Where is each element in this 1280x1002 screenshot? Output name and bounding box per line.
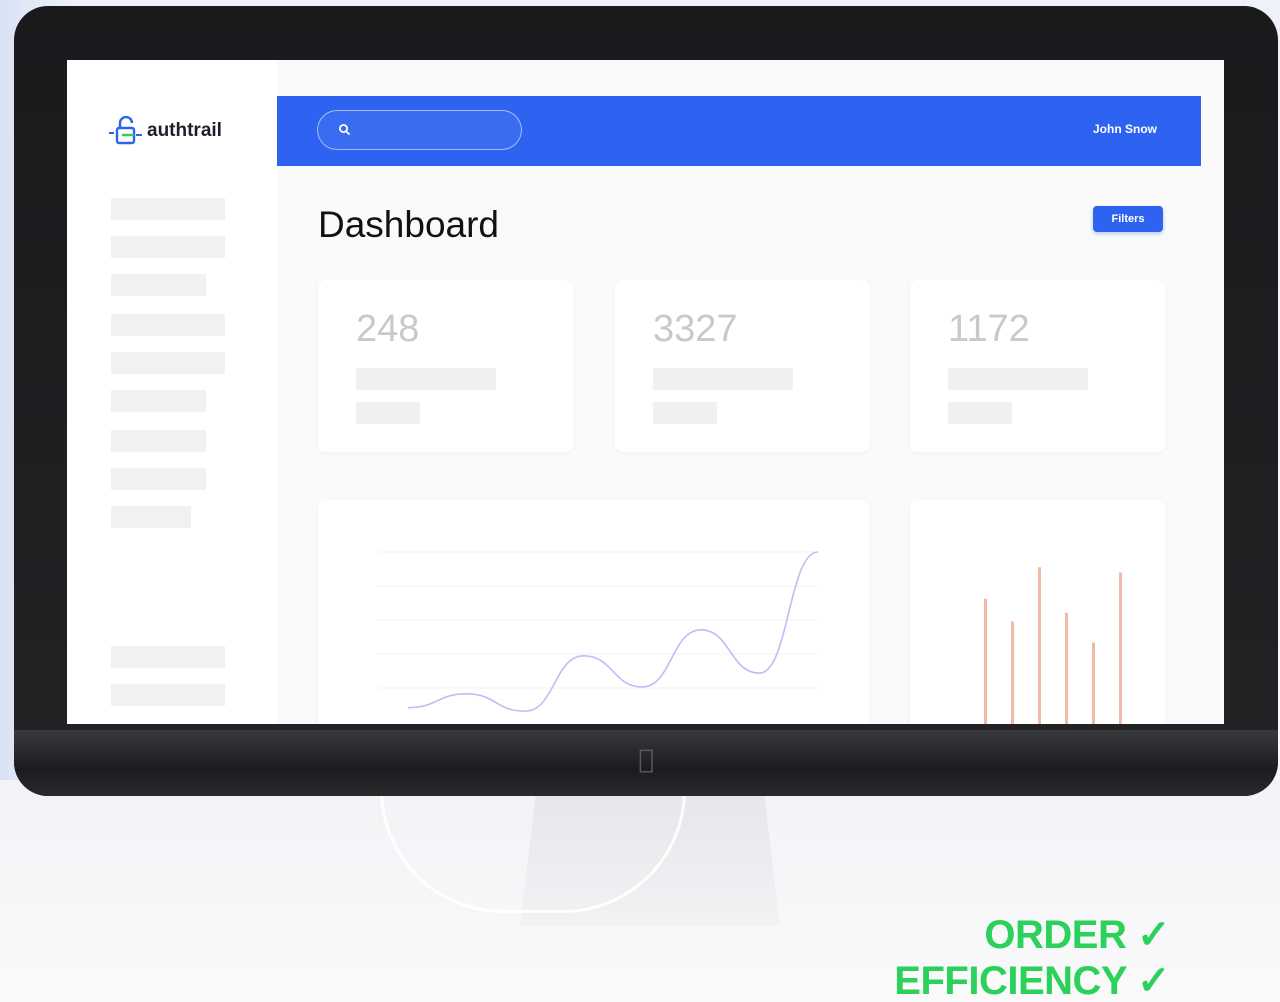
filters-button[interactable]: Filters (1093, 206, 1163, 232)
sidebar-item[interactable] (111, 314, 225, 336)
sidebar-item[interactable] (111, 506, 191, 528)
sidebar-item[interactable] (111, 430, 206, 452)
stat-placeholder-bar (948, 368, 1088, 390)
line-chart (378, 551, 819, 712)
user-name[interactable]: John Snow (1093, 122, 1157, 136)
stat-value: 1172 (948, 308, 1030, 350)
search-input[interactable] (360, 122, 514, 138)
search-box[interactable] (317, 110, 522, 150)
stat-card[interactable]: 1172 (910, 280, 1165, 452)
app-screen: authtrail John Snow Dashboard Filters 24… (67, 60, 1224, 724)
lock-icon (109, 116, 142, 145)
stat-placeholder-bar (653, 402, 717, 424)
bar-chart (984, 567, 1122, 724)
bar-chart-card[interactable] (910, 500, 1165, 724)
sidebar: authtrail (67, 60, 277, 724)
brand-logo[interactable]: authtrail (109, 116, 222, 146)
bar-chart-bar (1065, 612, 1068, 724)
line-chart-series (407, 551, 819, 712)
stat-placeholder-bar (948, 402, 1012, 424)
sidebar-item[interactable] (111, 390, 206, 412)
brand-name: authtrail (147, 120, 222, 141)
tagline-efficiency: EFFICIENCY ✓ (894, 959, 1170, 1002)
sidebar-item[interactable] (111, 468, 206, 490)
sidebar-item[interactable] (111, 352, 225, 374)
stat-placeholder-bar (356, 368, 496, 390)
sidebar-item[interactable] (111, 684, 225, 706)
sidebar-item[interactable] (111, 274, 206, 296)
apple-logo-icon:  (633, 745, 659, 775)
sidebar-item[interactable] (111, 198, 225, 220)
sidebar-item[interactable] (111, 236, 225, 258)
bar-chart-bar (1119, 572, 1122, 724)
stat-card[interactable]: 3327 (615, 280, 870, 452)
stat-placeholder-bar (356, 402, 420, 424)
search-icon (339, 124, 351, 136)
stat-placeholder-bar (653, 368, 793, 390)
top-bar: John Snow (277, 96, 1201, 166)
bar-chart-bar (1092, 642, 1095, 724)
line-chart-card[interactable] (318, 500, 869, 724)
stat-card[interactable]: 248 (318, 280, 573, 452)
page-title: Dashboard (318, 204, 500, 245)
bar-chart-bar (1038, 567, 1041, 724)
tagline: ORDER ✓ EFFICIENCY ✓ (894, 912, 1170, 1002)
bar-chart-bar (1011, 621, 1014, 724)
stat-value: 248 (356, 308, 420, 350)
tagline-order: ORDER ✓ (984, 913, 1170, 957)
stat-value: 3327 (653, 308, 738, 350)
sidebar-item[interactable] (111, 646, 225, 668)
bar-chart-bar (984, 598, 987, 724)
